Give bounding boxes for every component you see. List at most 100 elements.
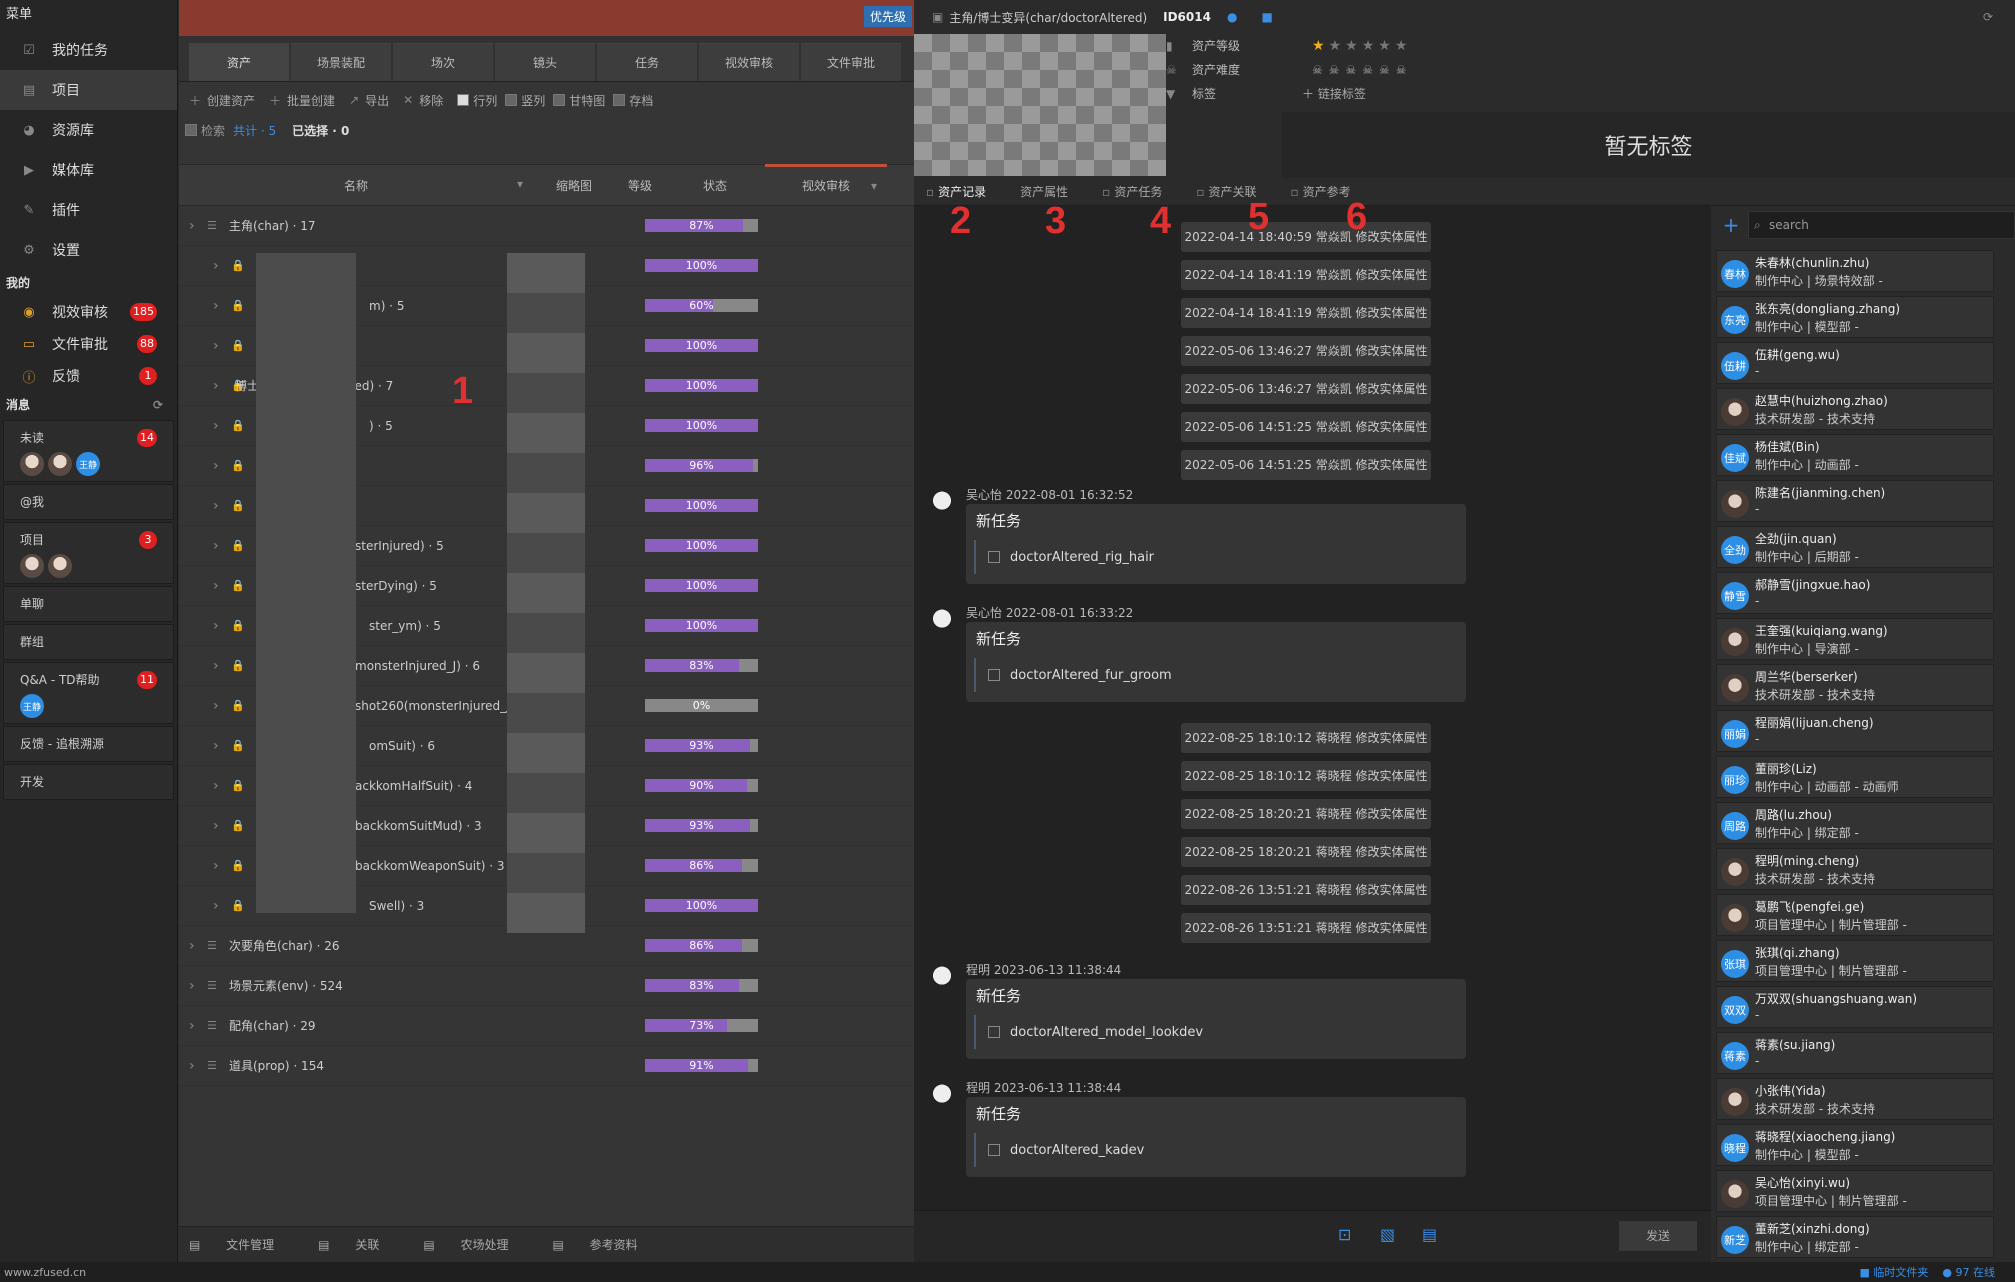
expand-icon[interactable]: › — [213, 298, 219, 314]
file-icon[interactable]: ▤ — [1422, 1225, 1437, 1244]
sort-icon[interactable]: ▾ — [517, 177, 523, 191]
site-url[interactable]: www.zfused.cn — [4, 1266, 86, 1279]
bottom-link[interactable]: ▤ 关联 — [318, 1236, 401, 1253]
star-icon[interactable]: ★ — [1395, 38, 1408, 54]
sidebar-item-3[interactable]: ▶ 媒体库 — [0, 150, 177, 190]
checkbox[interactable] — [505, 94, 518, 106]
bottom-file[interactable]: ▤ 文件管理 — [189, 1236, 296, 1253]
toolbar-item-5[interactable]: 竖列 — [505, 92, 545, 109]
add-user-icon[interactable]: + — [1714, 213, 1748, 237]
mine-item-0[interactable]: ◉ 视效审核 185 — [0, 296, 177, 328]
user-card[interactable]: 春林 朱春林(chunlin.zhu) 制作中心 | 场景特效部 - — [1716, 250, 1994, 292]
tab-0[interactable]: 资产 — [189, 43, 289, 81]
sidebar-item-4[interactable]: ✎ 插件 — [0, 190, 177, 230]
user-card[interactable]: 赵慧中(huizhong.zhao) 技术研发部 - 技术支持 — [1716, 388, 1994, 430]
sidebar-item-1[interactable]: ▤ 项目 — [0, 70, 177, 110]
expand-icon[interactable]: › — [213, 698, 219, 714]
msg-group-5[interactable]: Q&A - TD帮助 11 王静 — [3, 662, 174, 724]
expand-icon[interactable]: › — [213, 418, 219, 434]
tab-1[interactable]: 场景装配 — [291, 43, 391, 81]
detail-tab-1[interactable]: 资产属性 — [1020, 183, 1068, 200]
avatar[interactable] — [48, 554, 72, 578]
expand-icon[interactable]: › — [213, 898, 219, 914]
col-vfx-review[interactable]: 视效审核 ▾ — [765, 164, 887, 206]
toolbar-item-6[interactable]: 甘特图 — [553, 92, 605, 109]
refresh-icon[interactable]: ⟳ — [1983, 10, 1993, 24]
star-icon[interactable]: ★ — [1362, 38, 1375, 54]
star-icon[interactable]: ★ — [1345, 38, 1358, 54]
user-card[interactable]: 新芝 董新芝(xinzhi.dong) 制作中心 | 绑定部 - — [1716, 1216, 1994, 1258]
expand-icon[interactable]: › — [213, 658, 219, 674]
expand-icon[interactable]: › — [189, 1058, 195, 1074]
toolbar-item-0[interactable]: ＋ 创建资产 — [189, 92, 255, 109]
tab-6[interactable]: 文件审批 — [801, 43, 901, 81]
task-item[interactable]: doctorAltered_model_lookdev — [974, 1015, 1203, 1049]
avatar[interactable] — [20, 452, 44, 476]
expand-icon[interactable]: › — [213, 818, 219, 834]
detail-tab-0[interactable]: ▫ 资产记录 — [926, 183, 986, 200]
toolbar-item-4[interactable]: 行列 — [457, 92, 497, 109]
expand-icon[interactable]: › — [213, 538, 219, 554]
message-input[interactable]: ⊡ ▧ ▤ 发送 — [914, 1210, 1711, 1262]
expand-icon[interactable]: › — [213, 578, 219, 594]
msg-group-2[interactable]: 项目 3 — [3, 522, 174, 584]
mine-item-1[interactable]: ▭ 文件审批 88 — [0, 328, 177, 360]
sidebar-item-5[interactable]: ⚙ 设置 — [0, 230, 177, 270]
expand-icon[interactable]: › — [213, 338, 219, 354]
col-name[interactable]: 名称 ▾ — [179, 177, 533, 194]
star-icon[interactable]: ★ — [1378, 38, 1391, 54]
asset-thumbnail[interactable] — [914, 34, 1166, 176]
table-row[interactable]: › ☰ 道具(prop) · 154 91% — [179, 1046, 914, 1086]
task-item[interactable]: doctorAltered_kadev — [974, 1133, 1144, 1167]
task-item[interactable]: doctorAltered_rig_hair — [974, 540, 1154, 574]
user-card[interactable]: 张琪 张琪(qi.zhang) 项目管理中心 | 制片管理部 - — [1716, 940, 1994, 982]
sidebar-item-0[interactable]: ☑ 我的任务 — [0, 30, 177, 70]
refresh-icon[interactable]: ⟳ — [153, 392, 163, 418]
user-card[interactable]: 小张伟(Yida) 技术研发部 - 技术支持 — [1716, 1078, 1994, 1120]
user-card[interactable]: 王奎强(kuiqiang.wang) 制作中心 | 导演部 - — [1716, 618, 1994, 660]
table-row[interactable]: › ☰ 配角(char) · 29 73% — [179, 1006, 914, 1046]
bottom-farm[interactable]: ▤ 农场处理 — [423, 1236, 530, 1253]
user-card[interactable]: 丽娟 程丽娟(lijuan.cheng) - — [1716, 710, 1994, 752]
msg-group-3[interactable]: 单聊 — [3, 586, 174, 622]
link-tag-button[interactable]: ＋ 链接标签 — [1302, 82, 1366, 106]
user-card[interactable]: 静雪 郝静雪(jingxue.hao) - — [1716, 572, 1994, 614]
search-label[interactable]: 检索 — [201, 122, 225, 139]
user-card[interactable]: 吴心怡(xinyi.wu) 项目管理中心 | 制片管理部 - — [1716, 1170, 1994, 1212]
msg-group-4[interactable]: 群组 — [3, 624, 174, 660]
checkbox[interactable] — [457, 94, 470, 106]
star-icon[interactable]: ★ — [1329, 38, 1342, 54]
expand-icon[interactable]: › — [213, 378, 219, 394]
tab-4[interactable]: 任务 — [597, 43, 697, 81]
sidebar-item-2[interactable]: ◕ 资源库 — [0, 110, 177, 150]
image-icon[interactable]: ▧ — [1380, 1225, 1395, 1244]
msg-group-1[interactable]: @我 — [3, 484, 174, 520]
folder-icon[interactable]: ■ — [1261, 10, 1272, 24]
user-card[interactable]: 蒋素 蒋素(su.jiang) - — [1716, 1032, 1994, 1074]
msg-group-7[interactable]: 开发 — [3, 764, 174, 800]
tab-2[interactable]: 场次 — [393, 43, 493, 81]
checkbox[interactable] — [553, 94, 566, 106]
user-card[interactable]: 葛鹏飞(pengfei.ge) 项目管理中心 | 制片管理部 - — [1716, 894, 1994, 936]
user-card[interactable]: 佳斌 杨佳斌(Bin) 制作中心 | 动画部 - — [1716, 434, 1994, 476]
toolbar-item-1[interactable]: ＋ 批量创建 — [269, 92, 335, 109]
user-card[interactable]: 丽珍 董丽珍(Liz) 制作中心 | 动画部 - 动画师 — [1716, 756, 1994, 798]
expand-icon[interactable]: › — [189, 978, 195, 994]
expand-icon[interactable]: › — [213, 778, 219, 794]
expand-icon[interactable]: › — [189, 218, 195, 234]
table-row[interactable]: › ☰ 主角(char) · 17 87% — [179, 206, 914, 246]
avatar[interactable] — [924, 606, 960, 642]
screenshot-icon[interactable]: ⊡ — [1338, 1225, 1351, 1244]
expand-icon[interactable]: › — [213, 258, 219, 274]
toolbar-item-7[interactable]: 存档 — [613, 92, 653, 109]
user-card[interactable]: 周路 周路(lu.zhou) 制作中心 | 绑定部 - — [1716, 802, 1994, 844]
send-button[interactable]: 发送 — [1619, 1221, 1697, 1251]
expand-icon[interactable]: › — [189, 938, 195, 954]
user-card[interactable]: 双双 万双双(shuangshuang.wan) - — [1716, 986, 1994, 1028]
search-input[interactable]: ⌕ search — [1748, 211, 2015, 239]
avatar[interactable] — [48, 452, 72, 476]
expand-icon[interactable]: › — [213, 738, 219, 754]
tab-5[interactable]: 视效审核 — [699, 43, 799, 81]
avatar[interactable]: 王静 — [20, 694, 44, 718]
avatar[interactable] — [924, 1081, 960, 1117]
